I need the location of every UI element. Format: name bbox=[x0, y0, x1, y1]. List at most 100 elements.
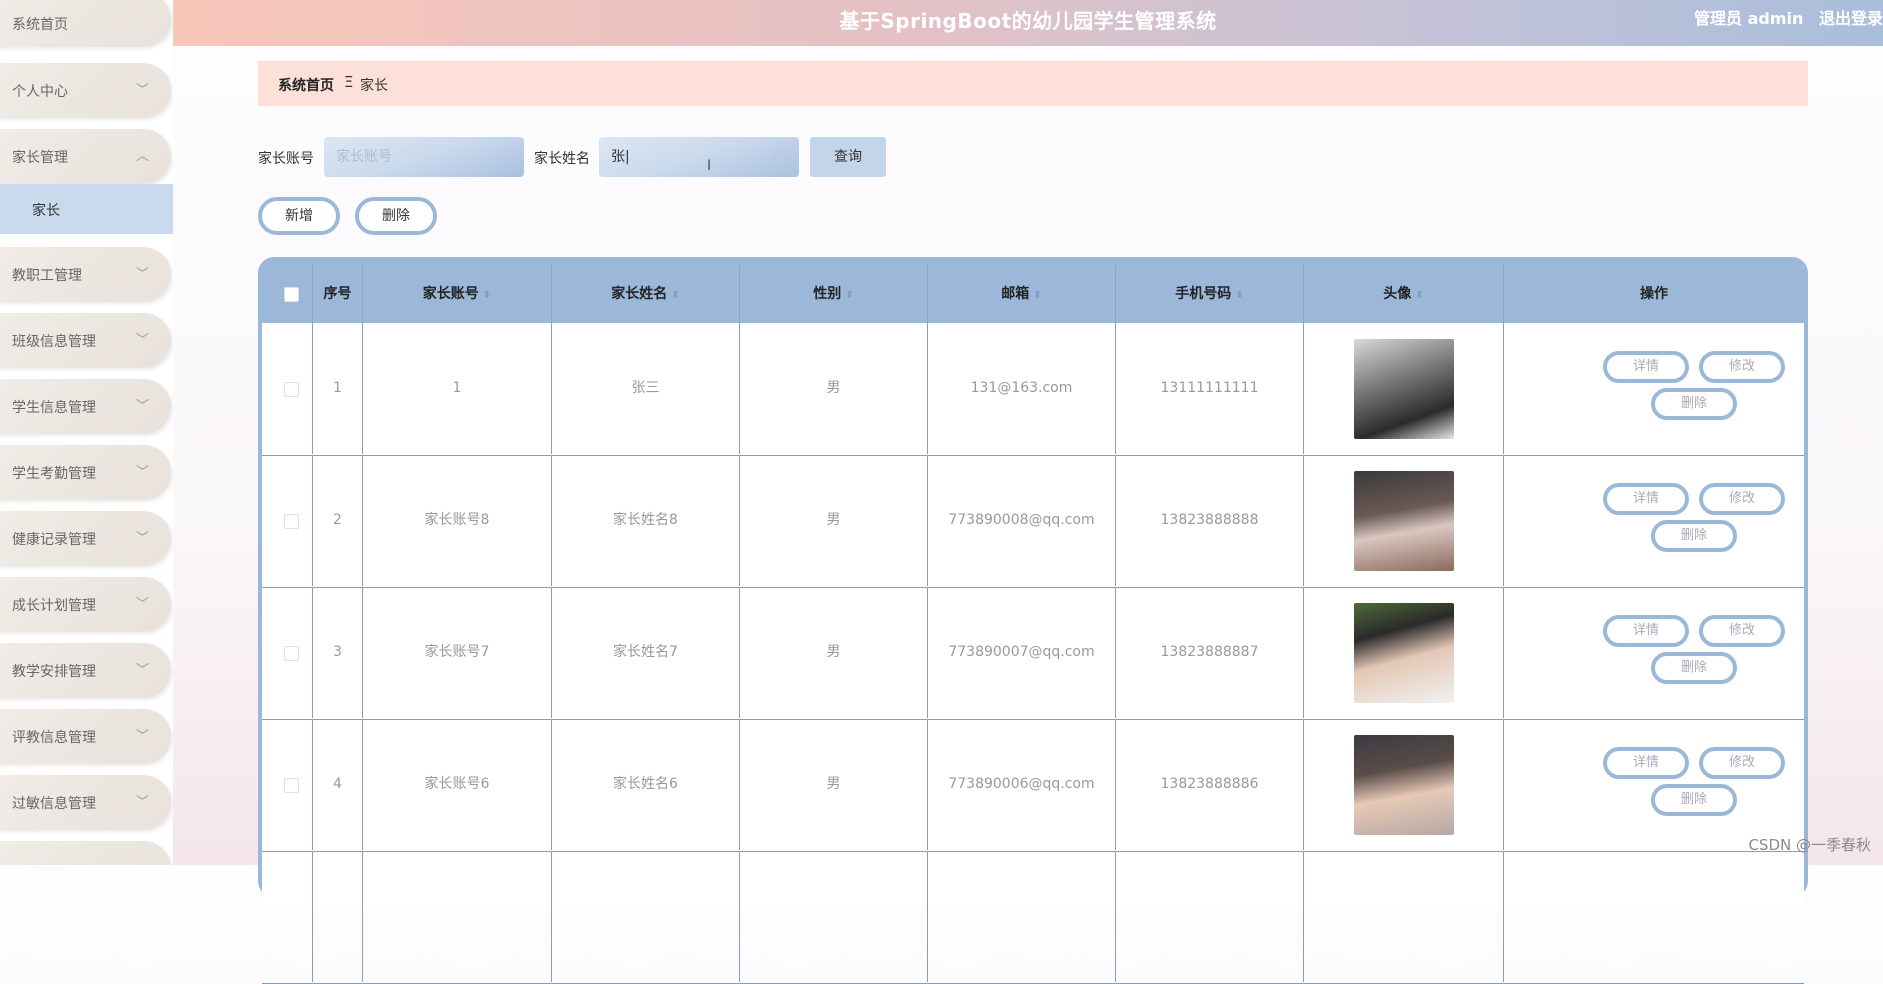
column-header-label: 邮箱 bbox=[1001, 286, 1030, 302]
row-delete-button[interactable]: 删除 bbox=[1651, 652, 1737, 684]
chevron-down-icon: ﹀ bbox=[135, 531, 149, 546]
chevron-down-icon: ﹀ bbox=[135, 597, 149, 612]
chevron-down-icon: ﹀ bbox=[135, 465, 149, 480]
row-delete-button[interactable]: 删除 bbox=[1651, 388, 1737, 420]
row-checkbox[interactable] bbox=[284, 646, 299, 661]
sidebar-item-label: 教学安排管理 bbox=[12, 664, 96, 680]
account-search-label: 家长账号 bbox=[258, 151, 314, 167]
sidebar-item-label: 教职工管理 bbox=[12, 268, 82, 284]
row-phone: 13823888886 bbox=[1116, 719, 1304, 850]
delete-button[interactable]: 删除 bbox=[355, 197, 437, 235]
sidebar-item-health-management[interactable]: 健康记录管理 ﹀ bbox=[0, 511, 171, 566]
sidebar-item-student-management[interactable]: 学生信息管理 ﹀ bbox=[0, 379, 171, 434]
column-header-label: 手机号码 bbox=[1175, 286, 1232, 302]
row-name: 家长姓名6 bbox=[552, 719, 740, 850]
sidebar-item-attendance-management[interactable]: 学生考勤管理 ﹀ bbox=[0, 445, 171, 500]
user-area: 管理员 admin 退出登录 bbox=[1694, 5, 1883, 29]
detail-button[interactable]: 详情 bbox=[1603, 351, 1689, 383]
clear-icon[interactable]: ✕ bbox=[773, 149, 789, 165]
row-delete-button[interactable]: 删除 bbox=[1651, 784, 1737, 816]
chevron-up-icon: ︿ bbox=[135, 149, 149, 164]
sidebar-item-allergy-management[interactable]: 过敏信息管理 ﹀ bbox=[0, 775, 171, 830]
row-gender: 男 bbox=[740, 323, 928, 454]
column-header-operation: 操作 bbox=[1504, 265, 1804, 323]
sidebar-item-home[interactable]: 系统首页 bbox=[0, 0, 171, 47]
sort-icon: ⬍ bbox=[1235, 290, 1244, 301]
row-checkbox[interactable] bbox=[284, 778, 299, 793]
row-checkbox[interactable] bbox=[284, 514, 299, 529]
sidebar-item-label: 学生考勤管理 bbox=[12, 466, 96, 482]
row-phone: 13823888887 bbox=[1116, 587, 1304, 718]
sidebar-item-label: 系统首页 bbox=[12, 17, 68, 33]
table-row: 1 1 张三 男 131@163.com 13111111111 详情 修改 删… bbox=[262, 323, 1804, 456]
sidebar-item-evaluation-management[interactable]: 评教信息管理 ﹀ bbox=[0, 709, 171, 764]
sidebar-item-label: 家长管理 bbox=[12, 150, 68, 166]
row-phone: 13111111111 bbox=[1116, 323, 1304, 454]
sidebar-item-growth-plan-management[interactable]: 成长计划管理 ﹀ bbox=[0, 577, 171, 632]
sidebar-item-label: 学生信息管理 bbox=[12, 400, 96, 416]
query-button[interactable]: 查询 bbox=[810, 137, 886, 177]
top-bar: 基于SpringBoot的幼儿园学生管理系统 管理员 admin 退出登录 bbox=[173, 0, 1883, 46]
sidebar-item-parent-management[interactable]: 家长管理 ︿ bbox=[0, 129, 171, 184]
row-checkbox[interactable] bbox=[284, 382, 299, 397]
edit-button[interactable]: 修改 bbox=[1699, 483, 1785, 515]
avatar[interactable] bbox=[1354, 339, 1454, 439]
sidebar-item-teaching-schedule-management[interactable]: 教学安排管理 ﹀ bbox=[0, 643, 171, 698]
edit-button[interactable]: 修改 bbox=[1699, 615, 1785, 647]
row-gender: 男 bbox=[740, 455, 928, 586]
column-header-label: 序号 bbox=[323, 286, 352, 302]
sort-icon: ⬍ bbox=[671, 290, 680, 301]
row-index: 2 bbox=[313, 455, 363, 586]
name-search-value: 张 bbox=[611, 149, 625, 165]
detail-button[interactable]: 详情 bbox=[1603, 615, 1689, 647]
sort-icon: ⬍ bbox=[845, 290, 854, 301]
detail-button[interactable]: 详情 bbox=[1603, 483, 1689, 515]
column-header-index: 序号 bbox=[313, 265, 363, 323]
column-header-label: 头像 bbox=[1383, 286, 1412, 302]
breadcrumb-home[interactable]: 系统首页 bbox=[278, 75, 334, 95]
detail-button[interactable]: 详情 bbox=[1603, 747, 1689, 779]
column-header-phone[interactable]: 手机号码 ⬍ bbox=[1116, 265, 1304, 323]
sidebar-subitem-label: 家长 bbox=[32, 203, 60, 219]
row-delete-button[interactable]: 删除 bbox=[1651, 520, 1737, 552]
sidebar-item-label: 成长计划管理 bbox=[12, 598, 96, 614]
breadcrumb-separator-icon: Ξ bbox=[344, 73, 354, 91]
row-account: 家长账号8 bbox=[363, 455, 552, 586]
row-index: 3 bbox=[313, 587, 363, 718]
parent-table: 序号 家长账号 ⬍ 家长姓名 ⬍ 性别 ⬍ 邮箱 ⬍ 手机号码 ⬍ 头像 ⬍ 操作 1 1 … bbox=[258, 257, 1808, 984]
avatar[interactable] bbox=[1354, 735, 1454, 835]
table-row: 4 家长账号6 家长姓名6 男 773890006@qq.com 1382388… bbox=[262, 719, 1804, 852]
logout-button[interactable]: 退出登录 bbox=[1819, 9, 1883, 28]
sidebar: 系统首页 个人中心 ﹀ 家长管理 ︿ 家长 教职工管理 ﹀ 班级信息管理 ﹀ 学… bbox=[0, 0, 173, 865]
avatar[interactable] bbox=[1354, 471, 1454, 571]
add-button[interactable]: 新增 bbox=[258, 197, 340, 235]
select-all-checkbox[interactable] bbox=[284, 287, 299, 302]
sidebar-subitem-parent[interactable]: 家长 bbox=[0, 184, 173, 234]
app-title: 基于SpringBoot的幼儿园学生管理系统 bbox=[839, 9, 1217, 33]
avatar[interactable] bbox=[1354, 603, 1454, 703]
sidebar-item-personal-center[interactable]: 个人中心 ﹀ bbox=[0, 63, 171, 118]
column-header-label: 性别 bbox=[813, 286, 842, 302]
row-email: 773890006@qq.com bbox=[928, 719, 1116, 850]
sidebar-item-label: 个人中心 bbox=[12, 84, 68, 100]
sidebar-item-staff-management[interactable]: 教职工管理 ﹀ bbox=[0, 247, 171, 302]
table-row: 2 家长账号8 家长姓名8 男 773890008@qq.com 1382388… bbox=[262, 455, 1804, 588]
sidebar-item-label: 健康记录管理 bbox=[12, 532, 96, 548]
sidebar-item-class-management[interactable]: 班级信息管理 ﹀ bbox=[0, 313, 171, 368]
edit-button[interactable]: 修改 bbox=[1699, 747, 1785, 779]
edit-button[interactable]: 修改 bbox=[1699, 351, 1785, 383]
row-index: 1 bbox=[313, 323, 363, 454]
column-header-email[interactable]: 邮箱 ⬍ bbox=[928, 265, 1116, 323]
column-header-avatar[interactable]: 头像 ⬍ bbox=[1304, 265, 1504, 323]
column-header-name[interactable]: 家长姓名 ⬍ bbox=[552, 265, 740, 323]
row-gender: 男 bbox=[740, 719, 928, 850]
row-account: 家长账号7 bbox=[363, 587, 552, 718]
account-search-input[interactable]: 家长账号 bbox=[324, 137, 524, 177]
column-header-label: 家长姓名 bbox=[611, 286, 668, 302]
sidebar-item-label: 过敏信息管理 bbox=[12, 796, 96, 812]
column-header-gender[interactable]: 性别 ⬍ bbox=[740, 265, 928, 323]
sidebar-item-next[interactable] bbox=[0, 841, 171, 865]
column-header-account[interactable]: 家长账号 ⬍ bbox=[363, 265, 552, 323]
name-search-input[interactable]: 张| ✕ bbox=[599, 137, 799, 177]
row-account: 1 bbox=[363, 323, 552, 454]
